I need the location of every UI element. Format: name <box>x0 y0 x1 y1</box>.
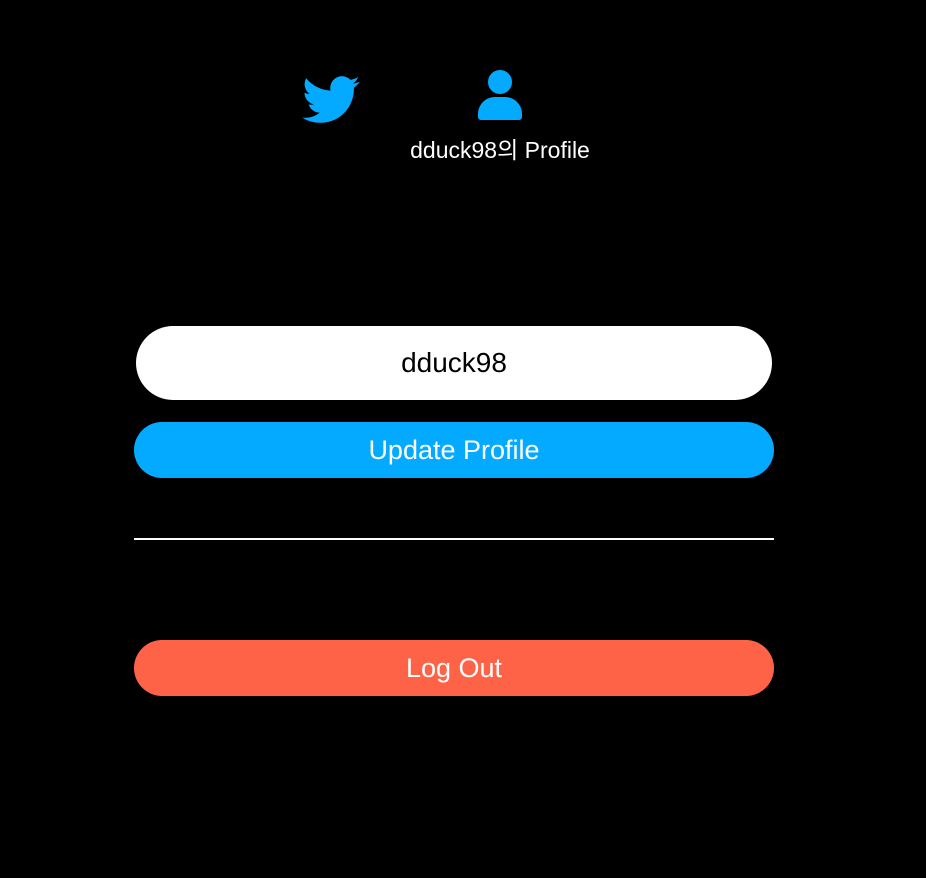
twitter-bird-icon <box>302 76 360 123</box>
log-out-button[interactable]: Log Out <box>134 640 774 696</box>
divider <box>134 538 774 540</box>
display-name-input[interactable] <box>136 326 772 400</box>
home-link[interactable] <box>302 76 362 126</box>
profile-page: dduck98의 Profile Update Profile Log Out <box>0 0 926 878</box>
profile-link-label: dduck98의 Profile <box>410 137 590 163</box>
profile-link[interactable]: dduck98의 Profile <box>380 70 620 170</box>
user-icon <box>478 70 522 120</box>
update-profile-button[interactable]: Update Profile <box>134 422 774 478</box>
profile-form: Update Profile <box>134 326 774 478</box>
